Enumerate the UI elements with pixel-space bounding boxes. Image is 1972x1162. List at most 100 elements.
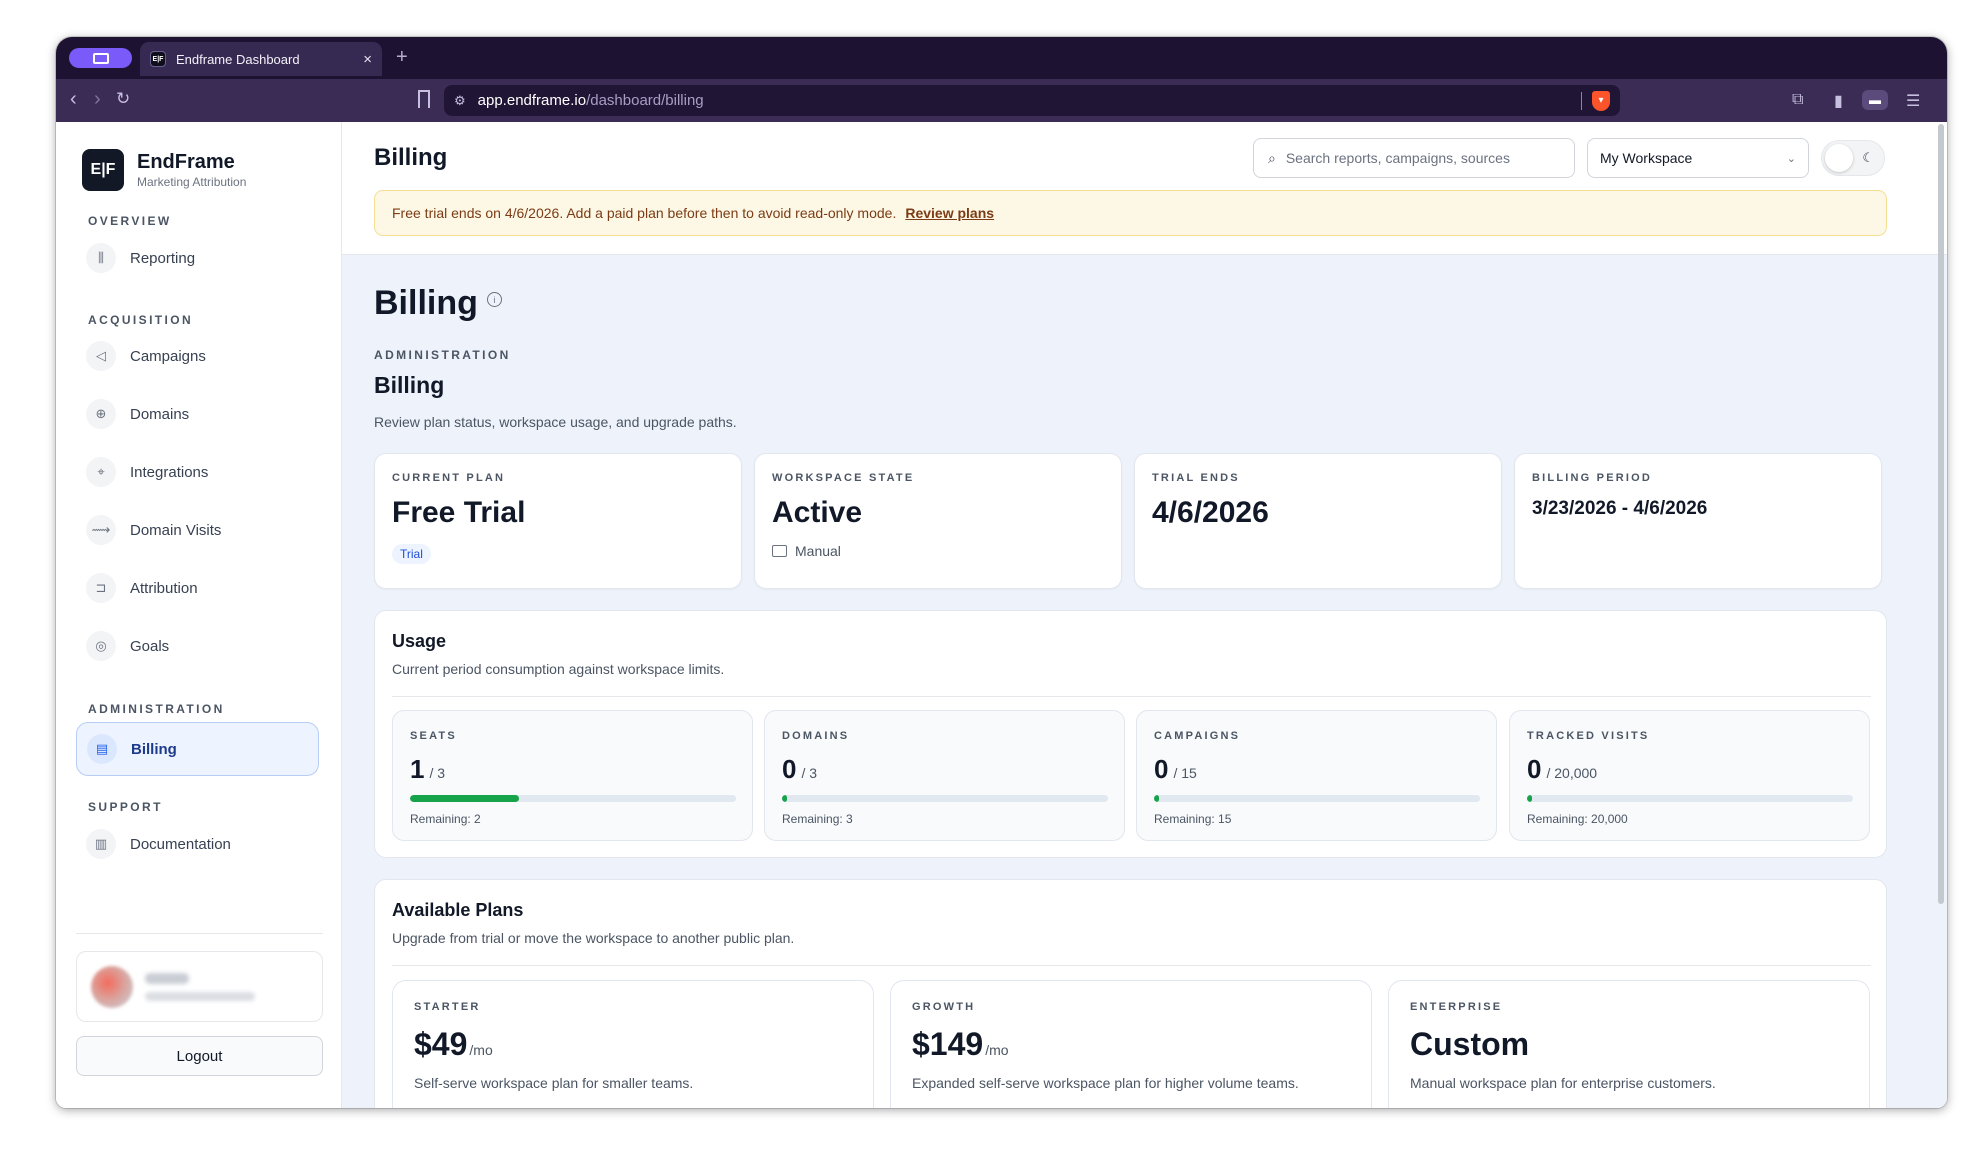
plan-card-enterprise[interactable]: ENTERPRISE Custom Manual workspace plan … (1388, 980, 1870, 1108)
plan-card-starter[interactable]: STARTER $49/mo Self-serve workspace plan… (392, 980, 874, 1108)
usage-remaining: Remaining: 20,000 (1527, 812, 1628, 826)
theme-toggle[interactable]: ☾ (1821, 140, 1885, 176)
chevron-down-icon: ⌄ (1786, 152, 1796, 165)
plan-price: $49 (414, 1026, 468, 1062)
sidebar-item-goals[interactable]: ◎ Goals (76, 621, 319, 671)
sidebar-item-domains[interactable]: ⊕ Domains (76, 389, 319, 439)
back-icon[interactable]: ‹ (70, 89, 77, 109)
usage-progress-fill (1154, 795, 1159, 802)
brand[interactable]: E|F EndFrame Marketing Attribution (82, 149, 246, 191)
plan-label: ENTERPRISE (1410, 1001, 1503, 1013)
workspace-state-note: Manual (772, 543, 1104, 559)
usage-progress-fill (1527, 795, 1532, 802)
moon-icon: ☾ (1862, 150, 1874, 165)
bookmark-icon[interactable] (418, 90, 430, 108)
billing-period-value: 3/23/2026 - 4/6/2026 (1532, 498, 1708, 519)
sidebar-item-billing[interactable]: ▤ Billing (76, 722, 319, 776)
sidebar-item-integrations[interactable]: ⌖ Integrations (76, 447, 319, 497)
monitor-icon (92, 52, 109, 64)
info-icon[interactable]: i (486, 292, 502, 307)
usage-value: 0 (1154, 754, 1169, 784)
status-badge: Trial (392, 544, 431, 564)
usage-panel: Usage Current period consumption against… (374, 610, 1887, 858)
bar-chart-icon: ⫼ (86, 243, 116, 273)
plans-description: Upgrade from trial or move the workspace… (392, 930, 795, 946)
section-overview: OVERVIEW (88, 214, 172, 228)
usage-value: 1 (410, 754, 425, 784)
toggle-knob (1825, 144, 1853, 172)
usage-label: SEATS (410, 730, 457, 742)
workspace-select[interactable]: My Workspace ⌄ (1587, 138, 1809, 178)
megaphone-icon: ◁ (86, 341, 116, 371)
brave-shield-icon[interactable]: ▾ (1592, 90, 1610, 111)
usage-progress-fill (410, 795, 519, 802)
sidebar-item-reporting[interactable]: ⫼ Reporting (76, 233, 319, 283)
sidebar-item-documentation[interactable]: ▥ Documentation (76, 819, 319, 869)
page-heading: Billing (374, 284, 478, 322)
sidebar-item-label: Domain Visits (130, 521, 222, 539)
forward-icon[interactable]: › (94, 89, 101, 109)
user-email-redacted (145, 991, 255, 1001)
trial-ends-label: TRIAL ENDS (1152, 472, 1240, 484)
plan-price: Custom (1410, 1026, 1530, 1062)
plan-period: /mo (469, 1042, 493, 1058)
address-bar[interactable]: ⚙ app.endframe.io/dashboard/billing ▾ (444, 85, 1620, 116)
activity-icon: ⟿ (86, 515, 116, 545)
sidebar-item-attribution[interactable]: ⊐ Attribution (76, 563, 319, 613)
site-settings-icon[interactable]: ⚙ (454, 93, 466, 109)
app-root: E|F EndFrame Marketing Attribution OVERV… (56, 122, 1947, 1108)
user-card[interactable] (76, 951, 323, 1022)
card-icon (772, 545, 787, 557)
review-plans-link[interactable]: Review plans (905, 205, 994, 221)
usage-progress-bar (1154, 795, 1480, 802)
workspace-state-note-text: Manual (795, 543, 841, 559)
workspace-state-label: WORKSPACE STATE (772, 472, 915, 484)
sidebar-item-label: Reporting (130, 249, 196, 267)
usage-limit: / 20,000 (1546, 765, 1598, 781)
section-acquisition: ACQUISITION (88, 313, 194, 327)
favicon-icon: E|F (150, 51, 166, 67)
current-plan-card: CURRENT PLAN Free Trial Trial (374, 453, 742, 589)
section-support: SUPPORT (88, 800, 163, 814)
omnibox-divider (1581, 91, 1582, 110)
current-plan-value: Free Trial (392, 496, 526, 529)
brand-subtitle: Marketing Attribution (137, 174, 247, 189)
workspace-state-card: WORKSPACE STATE Active Manual (754, 453, 1122, 589)
usage-progress-bar (782, 795, 1108, 802)
plug-icon: ⌖ (86, 457, 116, 487)
workspace-state-value: Active (772, 496, 863, 529)
browser-toolbar: ‹ › ↻ ⚙ app.endframe.io/dashboard/billin… (56, 79, 1947, 122)
sidebar-toggle-button[interactable] (69, 48, 132, 68)
brand-logo: E|F (82, 149, 124, 191)
plan-card-growth[interactable]: GROWTH $149/mo Expanded self-serve works… (890, 980, 1372, 1108)
usage-description: Current period consumption against works… (392, 661, 725, 677)
trial-banner: Free trial ends on 4/6/2026. Add a paid … (374, 190, 1887, 236)
logout-button[interactable]: Logout (76, 1036, 323, 1076)
sidebar-item-domain-visits[interactable]: ⟿ Domain Visits (76, 505, 319, 555)
plan-price: $149 (912, 1026, 984, 1062)
close-tab-icon[interactable]: × (363, 51, 372, 68)
sidebar-panel-icon[interactable]: ▮ (1834, 91, 1843, 111)
usage-divider (392, 696, 1871, 697)
reload-icon[interactable]: ↻ (116, 89, 130, 109)
menu-icon[interactable]: ☰ (1906, 91, 1920, 111)
screenshot-icon[interactable]: ⧉ (1792, 91, 1803, 109)
plan-description: Expanded self-serve workspace plan for h… (912, 1075, 1299, 1091)
usage-card-tracked-visits: TRACKED VISITS 0/ 20,000 Remaining: 20,0… (1509, 710, 1870, 841)
banner-text: Free trial ends on 4/6/2026. Add a paid … (392, 205, 897, 221)
plans-divider (392, 965, 1871, 966)
usage-progress-bar (1527, 795, 1853, 802)
header-title: Billing (374, 144, 448, 171)
search-input[interactable]: ⌕ Search reports, campaigns, sources (1253, 138, 1575, 178)
main-content: Billing ⌕ Search reports, campaigns, sou… (342, 122, 1947, 1108)
sidebar-item-campaigns[interactable]: ◁ Campaigns (76, 331, 319, 381)
sidebar-item-label: Campaigns (130, 347, 206, 365)
usage-label: TRACKED VISITS (1527, 730, 1650, 742)
browser-tab[interactable]: E|F Endframe Dashboard × (140, 42, 382, 76)
top-bar: Billing ⌕ Search reports, campaigns, sou… (342, 122, 1947, 255)
new-tab-button[interactable]: + (396, 46, 408, 69)
wallet-icon[interactable]: ▬ (1862, 90, 1888, 110)
scrollbar[interactable] (1938, 124, 1944, 904)
url-host: app.endframe.io (477, 92, 587, 109)
page-description: Review plan status, workspace usage, and… (374, 414, 737, 430)
